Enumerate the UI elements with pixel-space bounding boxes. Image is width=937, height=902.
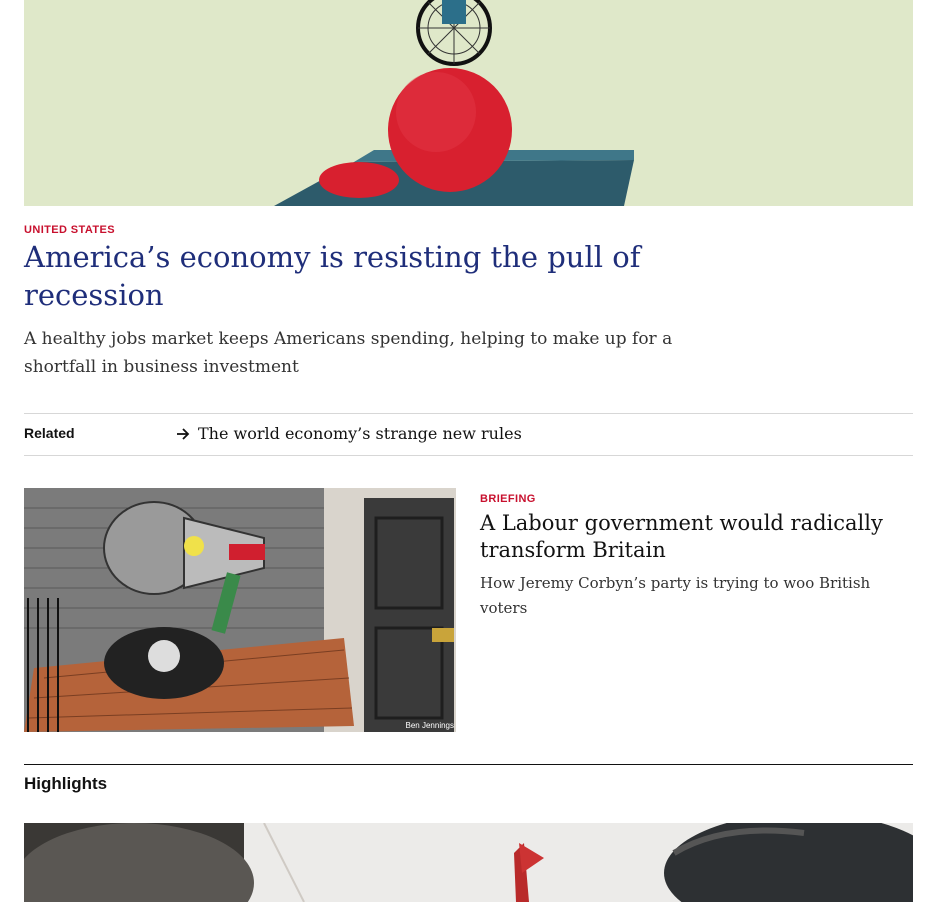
lead-story-description: A healthy jobs market keeps Americans sp… <box>24 329 673 377</box>
image-credit: Ben Jennings <box>405 721 454 730</box>
briefing-kicker[interactable]: Briefing <box>480 493 536 505</box>
lead-story-image[interactable] <box>24 0 913 206</box>
lead-story-title[interactable]: America’s economy is resisting the pull … <box>24 238 664 314</box>
highlights-heading: Highlights <box>24 774 108 793</box>
related-link-text[interactable]: The world economy’s strange new rules <box>198 424 522 443</box>
section-divider <box>24 764 913 765</box>
briefing-story-image[interactable]: Ben Jennings <box>24 488 456 732</box>
briefing-story-description: How Jeremy Corbyn’s party is trying to w… <box>480 574 871 617</box>
arrow-right-icon <box>177 427 190 440</box>
briefing-story-title[interactable]: A Labour government would radically tran… <box>480 510 900 564</box>
highlights-image[interactable] <box>24 823 913 902</box>
lead-story-kicker[interactable]: United States <box>24 224 115 236</box>
related-link[interactable]: The world economy’s strange new rules <box>176 424 522 443</box>
related-row: Related The world economy’s strange new … <box>24 413 913 456</box>
related-label: Related <box>24 425 75 441</box>
